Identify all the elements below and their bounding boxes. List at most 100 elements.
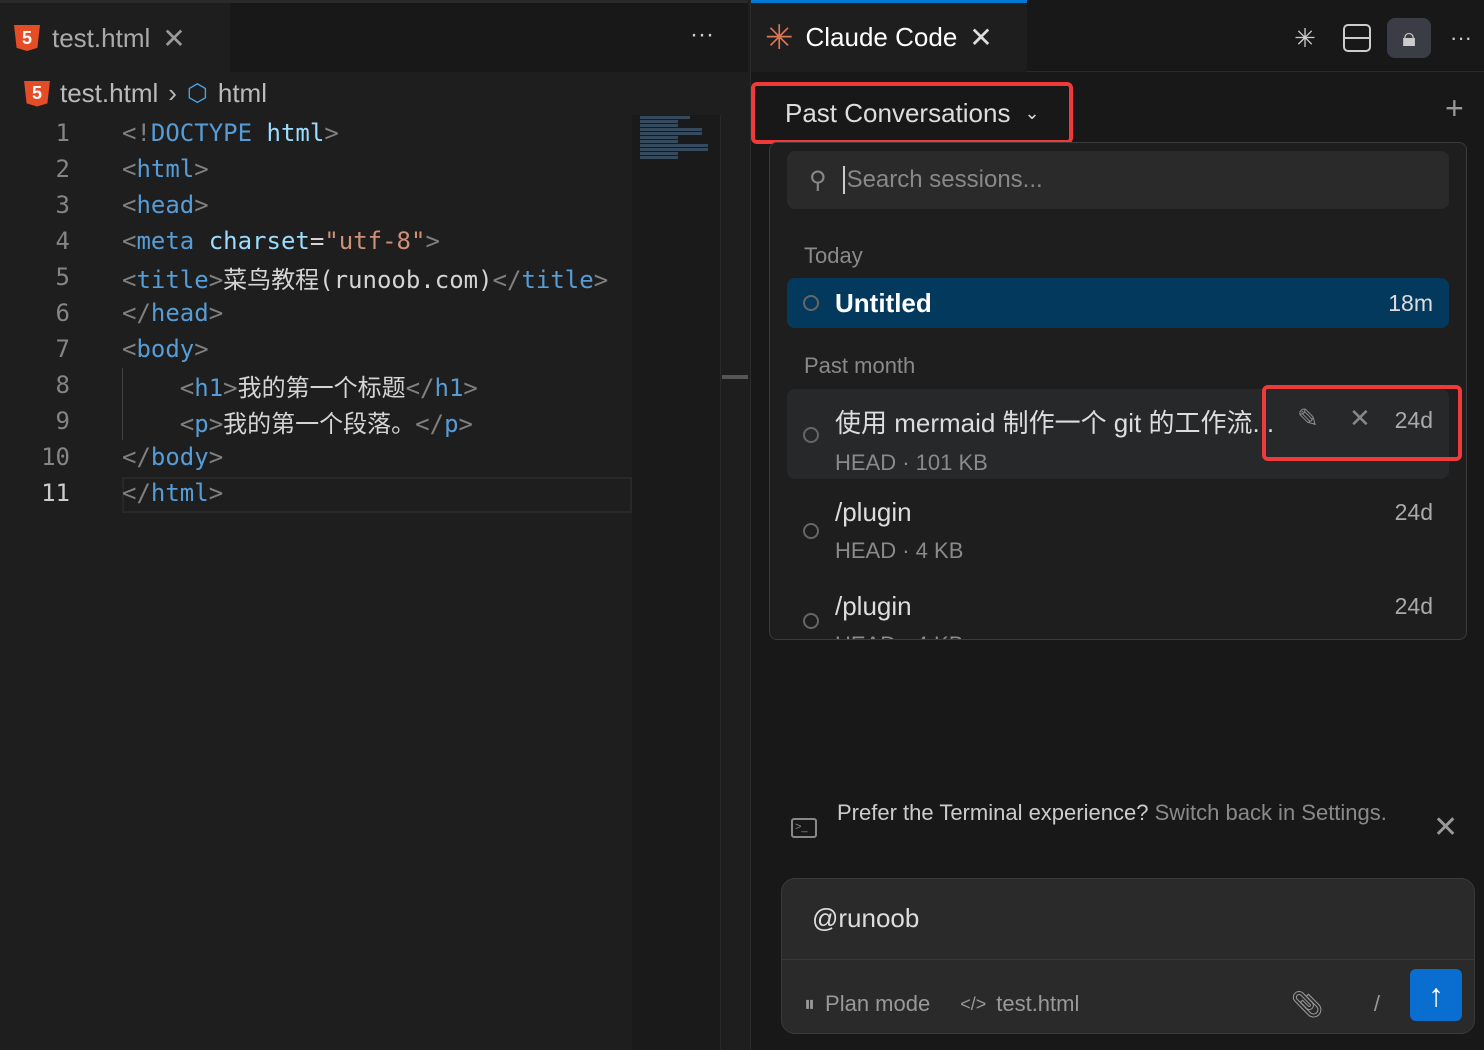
lock-icon[interactable]: 🔒︎ [1387,18,1431,58]
minimap-line [640,156,678,159]
more-actions-icon[interactable]: ··· [1439,18,1483,58]
session-title: /plugin [835,497,912,527]
code-token: </ [415,409,445,438]
line-number: 4 [55,227,70,255]
code-line: 6 </head> [0,295,632,331]
code-token: body [150,443,209,471]
code-token: <! [122,119,151,147]
code-line: 1 <!DOCTYPE html> [0,115,632,151]
code-icon: </> [960,993,987,1014]
send-button[interactable]: ↑ [1410,969,1462,1021]
code-text: <title>菜鸟教程(runoob.com)</title> [70,260,608,295]
line-number: 6 [55,299,70,327]
code-token: title [521,265,594,294]
code-token: html [136,155,195,183]
code-token: html [150,479,209,507]
tab-claude-code[interactable]: ✳ Claude Code ✕ [751,0,1027,72]
code-token: charset [208,227,310,255]
code-text: <meta charset="utf-8"> [70,227,440,255]
prompt-input[interactable]: @runoob [812,903,919,934]
code-token: < [179,373,195,402]
breadcrumb: 5 test.html › ⬡ html [24,78,267,109]
session-item[interactable]: /plugin HEAD · 4 KB 24d [787,591,1449,639]
search-sessions-input[interactable]: ⚲ Search sessions... [787,151,1449,209]
code-token: p [194,409,209,438]
line-number: 10 [41,443,70,471]
code-token: 我的第一个标题 [237,373,406,402]
attach-paperclip-icon[interactable]: 📎︎ [1291,989,1324,1020]
chevron-right-icon: › [168,78,177,108]
code-line: 4 <meta charset="utf-8"> [0,223,632,259]
breadcrumb-symbol[interactable]: html [218,78,267,109]
context-file-chip[interactable]: test.html [996,991,1079,1017]
more-actions-icon[interactable]: ··· [690,21,714,49]
code-token: > [223,373,238,402]
scrollbar-thumb[interactable] [722,375,748,379]
code-token: < [122,227,137,255]
code-token: </ [405,373,435,402]
pause-icon: ⏸︎ [804,991,816,1016]
chevron-down-icon: ⌄ [1024,102,1040,123]
slash-command-button[interactable]: / [1374,991,1380,1017]
session-title: Untitled [835,287,932,318]
code-token: > [463,373,478,402]
code-token: p [444,409,459,438]
claude-logo-icon[interactable]: ✳ [1283,18,1327,58]
code-text: </head> [70,299,223,327]
close-tab-icon[interactable]: ✕ [162,22,185,55]
search-placeholder: Search sessions... [846,166,1043,193]
settings-link[interactable]: Switch back in Settings. [1155,800,1387,825]
code-token: DOCTYPE [150,119,253,147]
prompt-composer: @runoob ⏸︎ Plan mode </> test.html 📎︎ / … [781,878,1475,1034]
close-notice-icon[interactable]: ✕ [1433,810,1458,845]
status-dot-icon [803,613,819,629]
code-token: > [593,265,609,294]
session-meta: HEAD · 4 KB [835,538,964,563]
editor-tab-bar: 5 test.html ✕ ··· [0,0,748,73]
code-text: <h1>我的第一个标题</h1> [70,368,478,403]
minimap-line [640,140,678,143]
code-text: </body> [70,443,223,471]
divider [782,959,1474,960]
session-title: /plugin [835,591,912,621]
status-dot-icon [803,295,819,311]
editor-scrollbar[interactable] [720,115,748,1050]
code-token: > [208,479,224,507]
minimap-line [640,128,702,131]
session-item[interactable]: Untitled 18m [787,278,1449,328]
breadcrumb-file[interactable]: test.html [60,78,158,109]
code-line: 10 </body> [0,439,632,475]
code-token: > [194,335,209,363]
tab-test-html[interactable]: 5 test.html ✕ [0,3,230,73]
dropdown-label: Past Conversations [785,97,1011,128]
new-conversation-button[interactable]: + [1445,90,1464,127]
minimap-line [640,148,708,151]
code-token: head [150,299,209,327]
close-tab-icon[interactable]: ✕ [969,21,992,54]
plan-mode-button[interactable]: Plan mode [825,991,930,1017]
session-age: 24d [1394,593,1433,619]
code-token: > [458,409,473,438]
text-cursor [842,166,845,194]
code-line: 8 <h1>我的第一个标题</h1> [0,367,632,403]
session-age: 24d [1394,499,1433,525]
code-token: > [208,265,224,294]
past-conversations-dropdown[interactable]: Past Conversations ⌄ [751,82,1073,144]
code-area[interactable]: 1 <!DOCTYPE html> 2 <html> 3 <head> 4 <meta cha… [0,115,632,511]
code-token: meta [136,227,195,255]
split-editor-icon[interactable] [1335,18,1379,58]
terminal-icon: >_ [791,818,817,838]
session-item[interactable]: /plugin HEAD · 4 KB 24d [787,497,1449,587]
minimap[interactable] [632,115,720,1050]
editor-pane: 5 test.html ✕ ··· 5 test.html › ⬡ html 1… [0,0,748,1050]
code-text: <!DOCTYPE html> [70,119,339,147]
html5-icon: 5 [14,25,40,51]
group-label-today: Today [804,243,863,268]
line-number: 1 [55,119,70,147]
code-text: <html> [70,155,209,183]
minimap-line [640,152,678,155]
code-token: </ [492,265,522,294]
